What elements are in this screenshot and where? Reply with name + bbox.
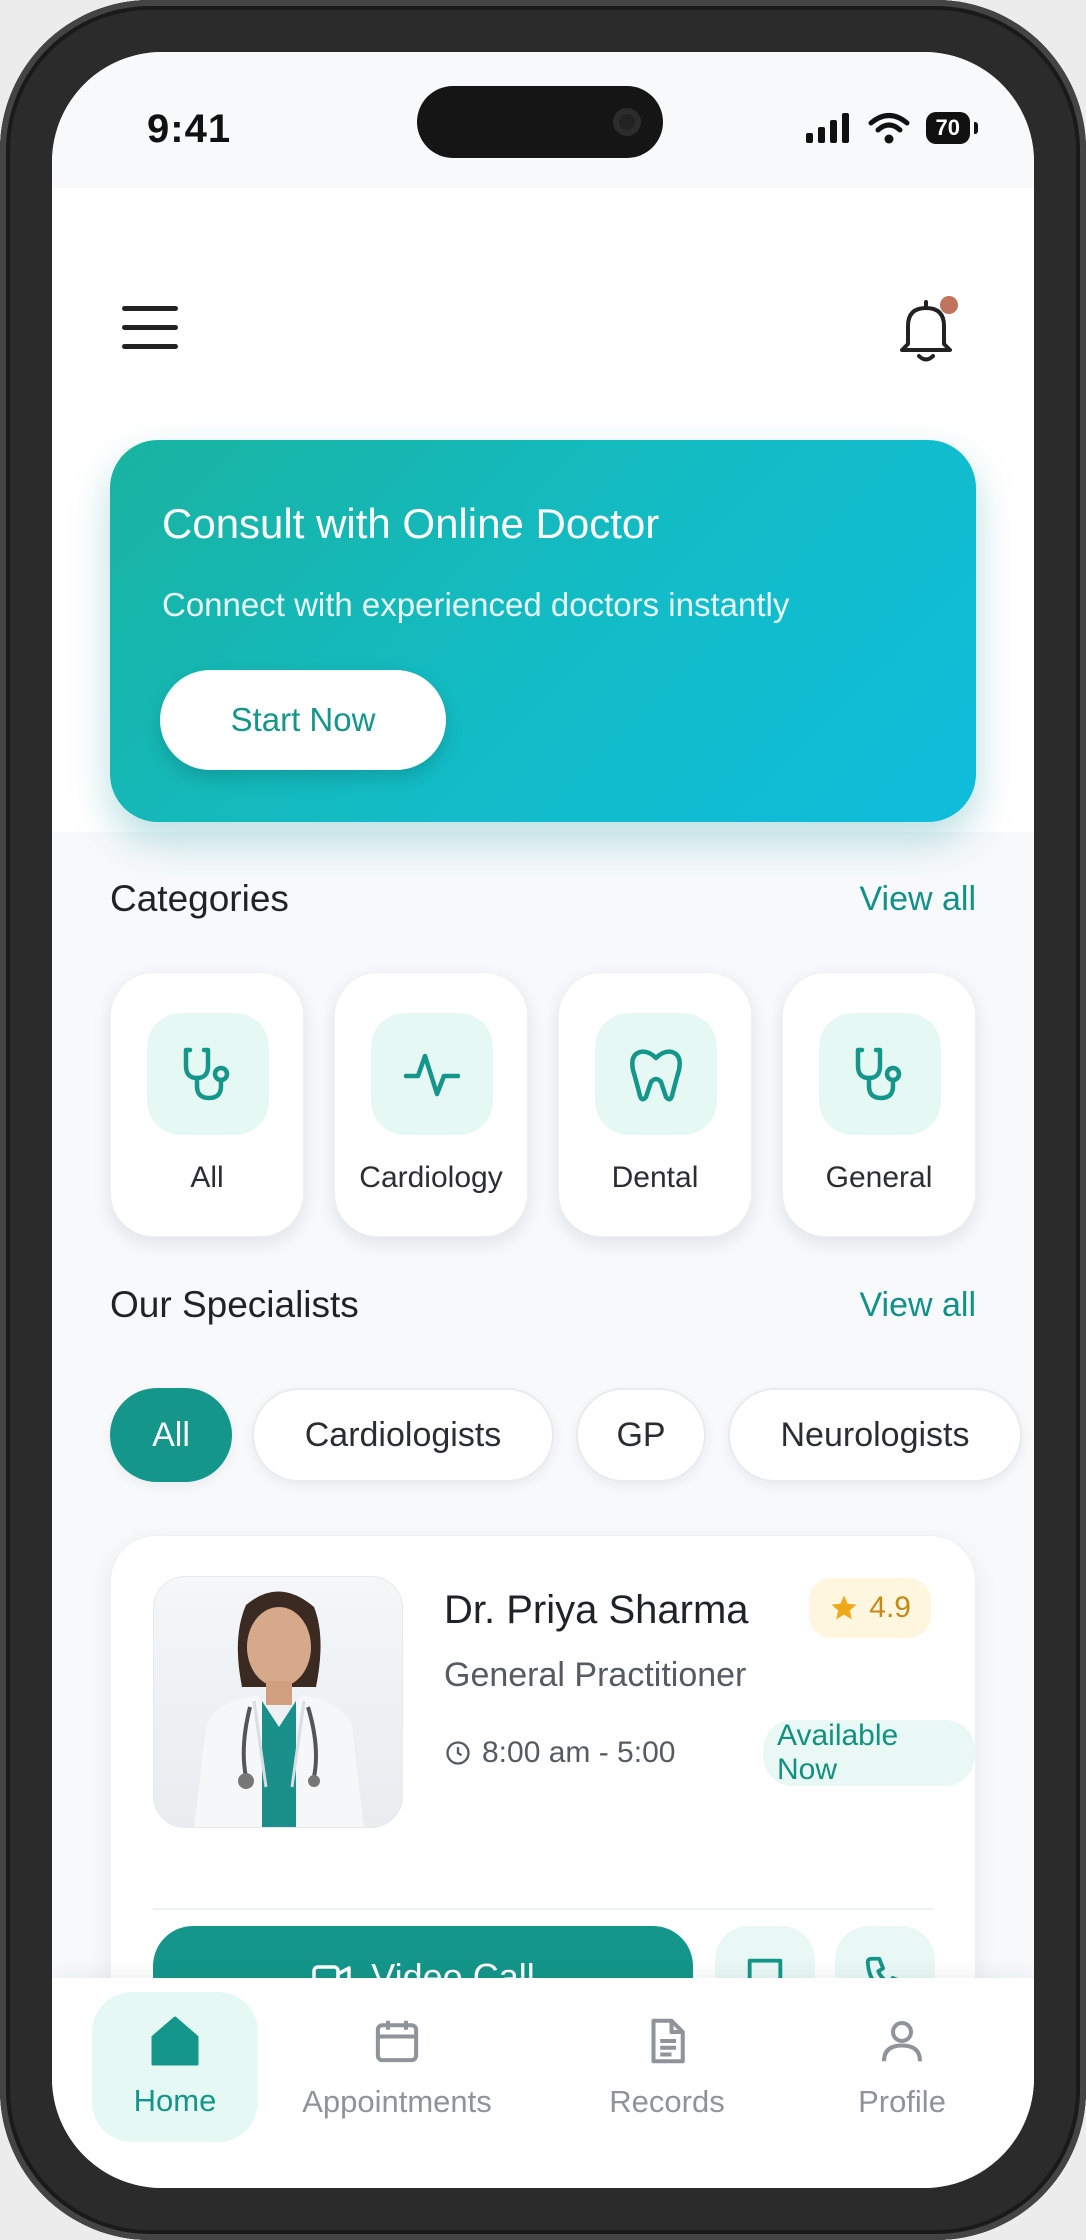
- filter-chip-neurologists[interactable]: Neurologists: [728, 1388, 1022, 1482]
- camera-icon: [613, 108, 641, 136]
- document-icon: [651, 2018, 685, 2064]
- working-hours: 8:00 am - 5:00: [444, 1736, 675, 1770]
- filter-chip-gp[interactable]: GP: [576, 1388, 706, 1482]
- status-icons: 70: [805, 112, 979, 144]
- specialists-title: Our Specialists: [110, 1284, 359, 1325]
- category-card-general[interactable]: General: [782, 972, 976, 1237]
- consult-banner: Consult with Online Doctor Connect with …: [110, 440, 976, 822]
- start-now-button[interactable]: Start Now: [160, 670, 446, 770]
- category-label: All: [190, 1161, 224, 1194]
- banner-title: Consult with Online Doctor: [162, 500, 660, 547]
- category-card-dental[interactable]: Dental: [558, 972, 752, 1237]
- tab-appointments[interactable]: Appointments: [282, 1992, 512, 2142]
- rating-badge: 4.9: [809, 1578, 931, 1638]
- notifications-button[interactable]: [894, 296, 964, 366]
- categories-title: Categories: [110, 878, 289, 919]
- star-icon: [831, 1595, 857, 1620]
- specialists-view-all-link[interactable]: View all: [859, 1286, 976, 1325]
- category-card-all[interactable]: All: [110, 972, 304, 1237]
- hamburger-menu-icon: [122, 306, 178, 311]
- categories-view-all-link[interactable]: View all: [859, 880, 976, 919]
- filter-chip-cardiologists[interactable]: Cardiologists: [252, 1388, 554, 1482]
- tooth-icon: [630, 1049, 682, 1102]
- calendar-icon: [375, 2020, 419, 2063]
- dynamic-island: [417, 86, 663, 158]
- rating-value: 4.9: [869, 1591, 911, 1624]
- tab-label: Appointments: [302, 2084, 492, 2119]
- battery-indicator: 70: [925, 112, 979, 144]
- category-label: Cardiology: [359, 1161, 503, 1194]
- home-icon: [151, 2016, 199, 2066]
- doctor-name: Dr. Priya Sharma: [444, 1588, 749, 1632]
- signal-icon: [805, 113, 849, 143]
- heartbeat-icon: [403, 1053, 461, 1097]
- app-screen: 9:41 70 Consult with Online Doctor Conne…: [52, 52, 1034, 2188]
- wifi-icon: [868, 113, 910, 144]
- banner-subtitle: Connect with experienced doctors instant…: [162, 586, 790, 623]
- status-bar: 9:41 70: [52, 52, 1034, 188]
- top-section: Consult with Online Doctor Connect with …: [52, 188, 1034, 832]
- notification-dot: [940, 296, 958, 314]
- tab-records[interactable]: Records: [582, 1992, 752, 2142]
- user-icon: [881, 2020, 923, 2062]
- bottom-tab-bar: Home Appointments Records Profile: [52, 1978, 1034, 2188]
- clock-icon: [446, 1741, 470, 1765]
- tab-label: Home: [133, 2083, 217, 2118]
- card-divider: [153, 1908, 933, 1910]
- doctor-avatar-illustration: [194, 1591, 364, 1827]
- tab-label: Records: [609, 2084, 725, 2119]
- category-card-cardiology[interactable]: Cardiology: [334, 972, 528, 1237]
- tab-label: Profile: [858, 2084, 946, 2119]
- status-time: 9:41: [147, 107, 232, 151]
- menu-button[interactable]: [122, 306, 182, 356]
- doctor-photo: [153, 1576, 403, 1828]
- stethoscope-icon: [183, 1047, 230, 1101]
- tab-home[interactable]: Home: [92, 1992, 258, 2142]
- hours-text: 8:00 am - 5:00: [482, 1736, 676, 1769]
- tab-profile[interactable]: Profile: [822, 1992, 982, 2142]
- phone-frame: 9:41 70 Consult with Online Doctor Conne…: [0, 0, 1086, 2240]
- doctor-specialty: General Practitioner: [444, 1656, 747, 1694]
- stethoscope-icon: [855, 1047, 902, 1101]
- availability-badge: Available Now: [763, 1719, 975, 1786]
- category-label: Dental: [611, 1161, 699, 1194]
- filter-chip-all[interactable]: All: [110, 1388, 232, 1482]
- category-label: General: [825, 1161, 933, 1194]
